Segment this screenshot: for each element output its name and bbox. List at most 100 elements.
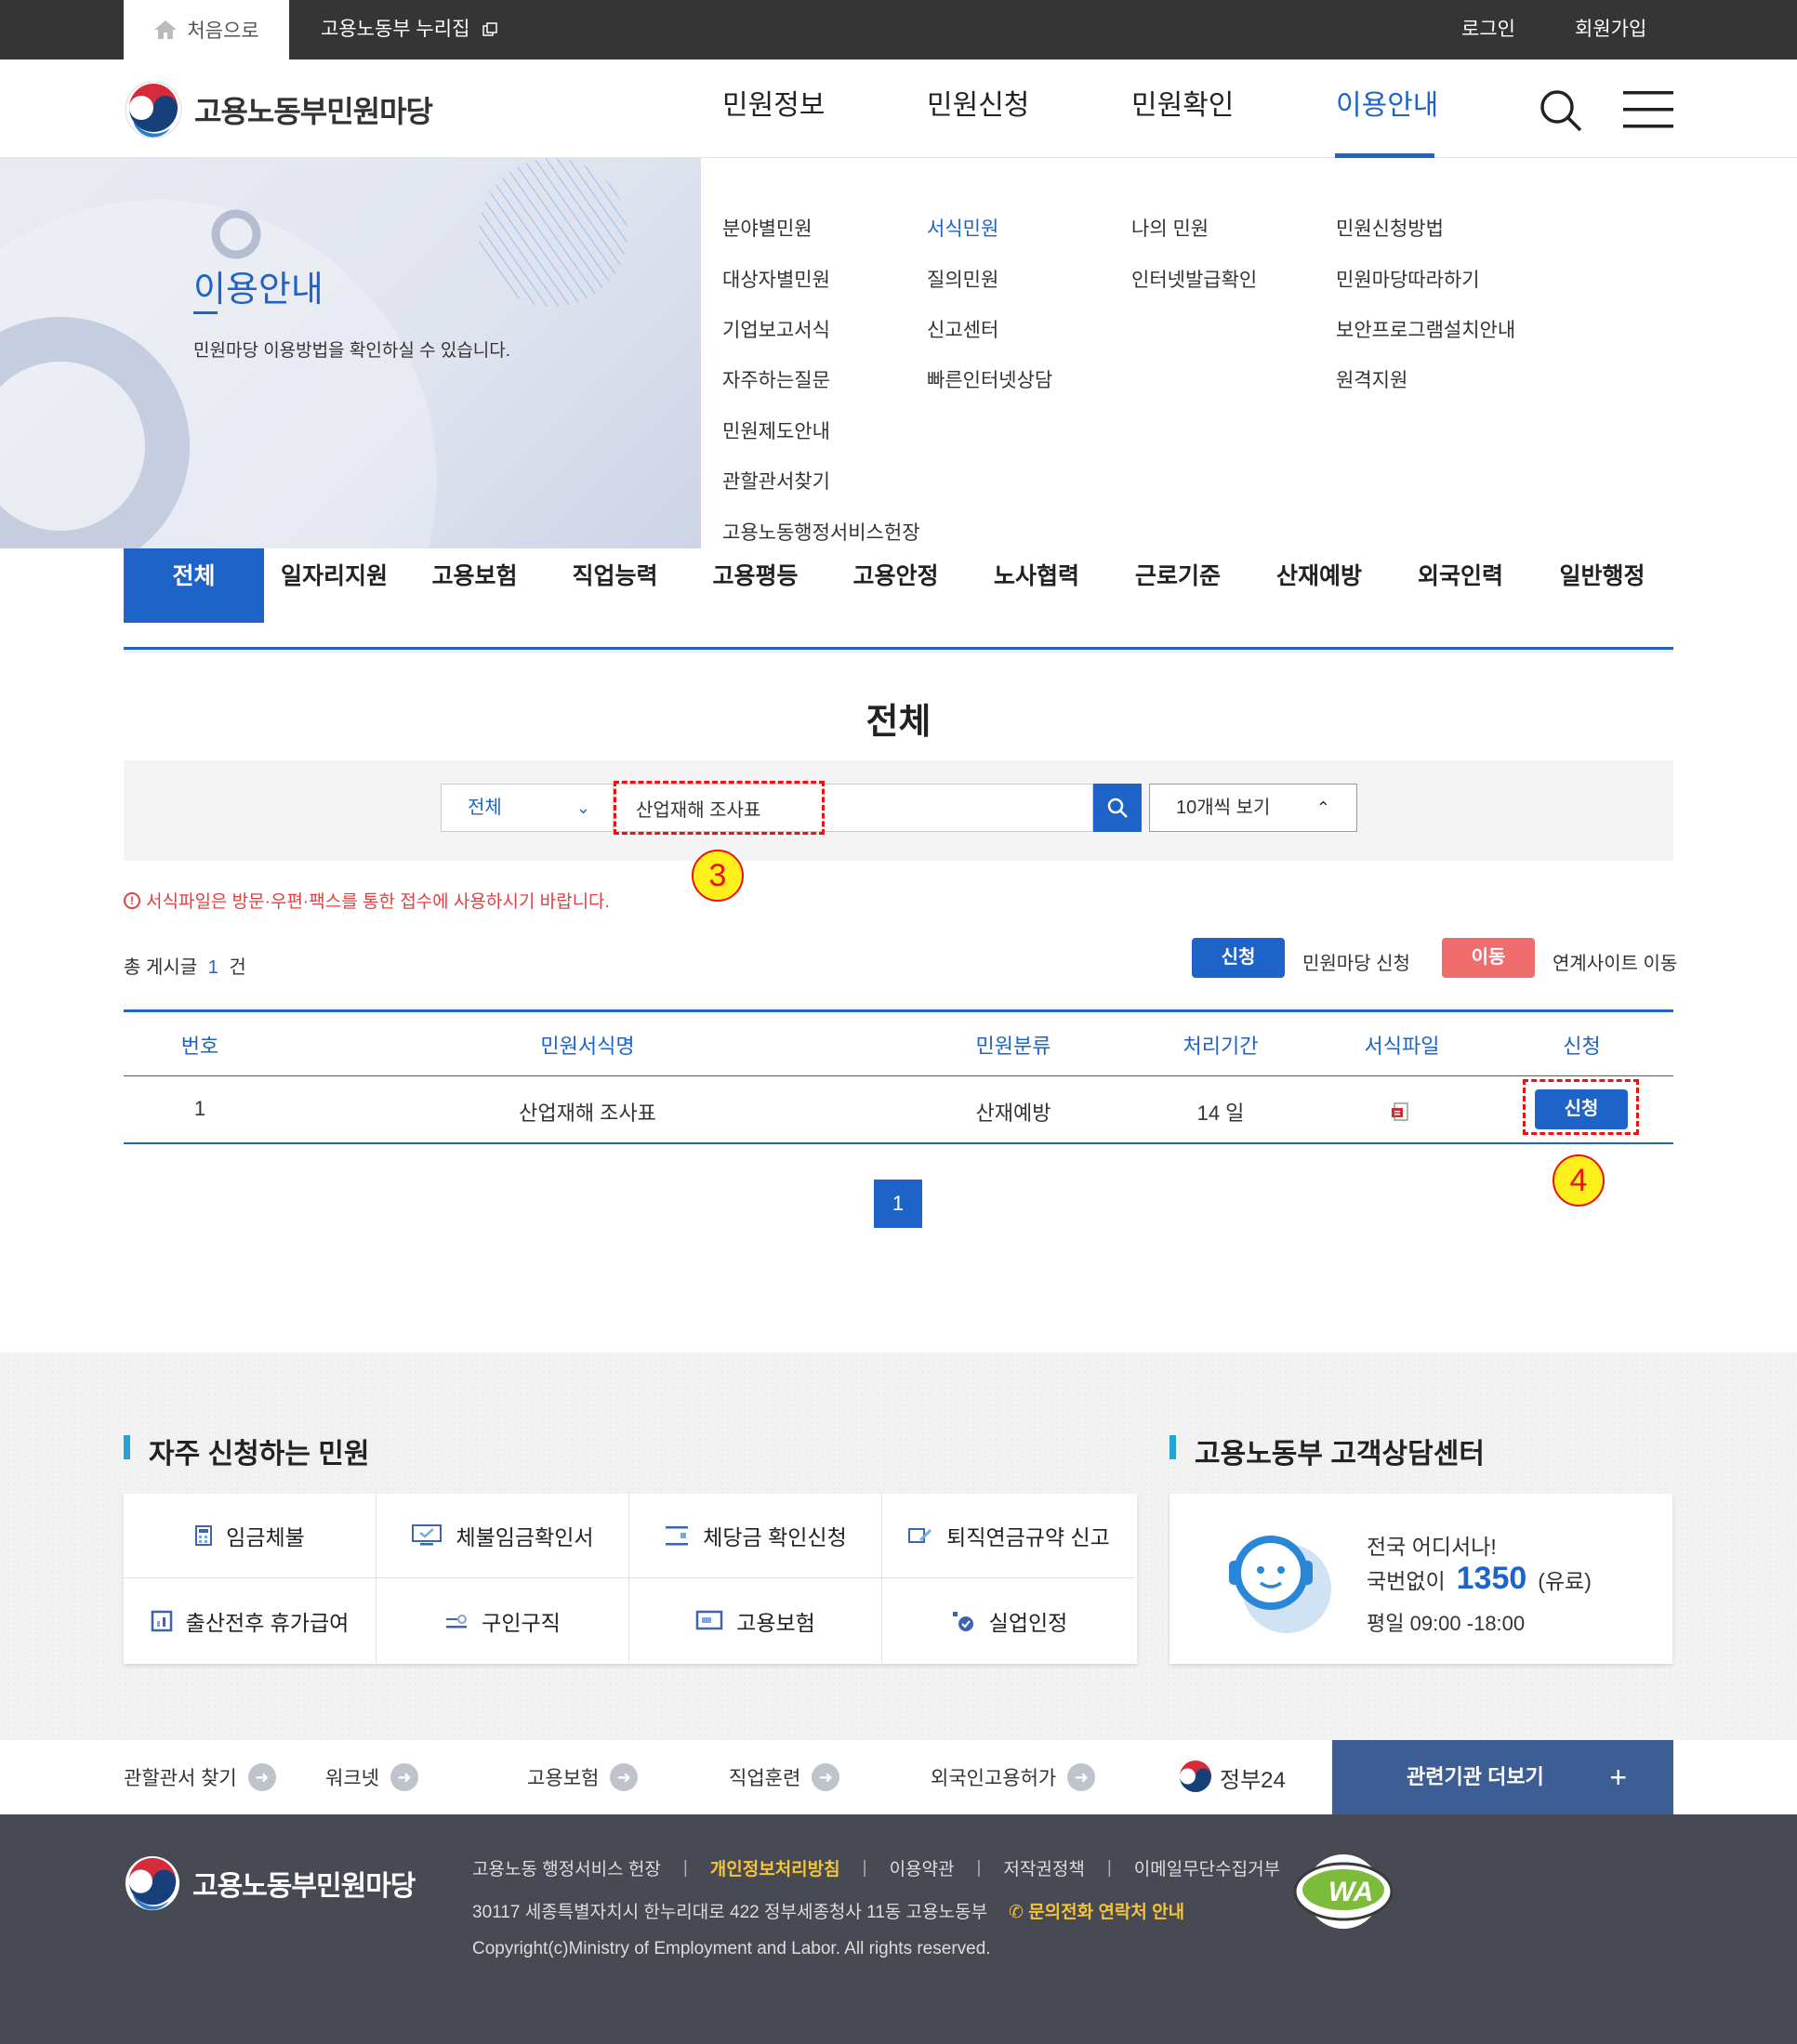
menu-item-target-civil[interactable]: 대상자별민원	[722, 265, 830, 293]
related-link-vocational-training[interactable]: 직업훈련 ➜	[729, 1740, 840, 1814]
tab-labor-standards[interactable]: 근로기준	[1107, 548, 1249, 623]
related-link-label: 관할관서 찾기	[124, 1768, 237, 1789]
tab-accident-prevention[interactable]: 산재예방	[1249, 548, 1390, 623]
footer-phone-label: 문의전화 연락처 안내	[1028, 1903, 1185, 1922]
related-link-employment-insurance[interactable]: 고용보험 ➜	[527, 1740, 639, 1814]
quick-item-job-seeking[interactable]: 구인구직	[377, 1578, 629, 1663]
quick-item-substitute-payment[interactable]: 체당금 확인신청	[629, 1494, 882, 1578]
more-related-label: 관련기관 더보기	[1407, 1765, 1544, 1788]
center-line2: 국번없이 1350 (유료)	[1367, 1561, 1592, 1597]
table-header-border	[124, 1075, 1673, 1076]
job-search-icon	[446, 1614, 468, 1628]
category-select[interactable]: 전체 ⌄	[441, 784, 614, 832]
total-label: 총 게시글	[124, 957, 198, 978]
menu-item-remote-support[interactable]: 원격지원	[1336, 365, 1407, 393]
menu-item-field-civil[interactable]: 분야별민원	[722, 214, 813, 242]
quick-item-maternity-benefit[interactable]: 출산전후 휴가급여	[124, 1578, 377, 1663]
menu-item-fast-consult[interactable]: 빠른인터넷상담	[927, 365, 1052, 393]
pagination-page-1[interactable]: 1	[874, 1180, 922, 1228]
gov24-logo-icon	[1180, 1760, 1211, 1792]
quick-item-pension-report[interactable]: 퇴직연금규약 신고	[882, 1494, 1135, 1578]
tab-all[interactable]: 전체	[124, 548, 264, 623]
footer-link-charter[interactable]: 고용노동 행정서비스 헌장	[472, 1855, 661, 1880]
menu-item-issue-check[interactable]: 인터넷발급확인	[1131, 265, 1257, 293]
related-link-label: 외국인고용허가	[931, 1768, 1057, 1789]
menu-item-inquiry[interactable]: 질의민원	[927, 265, 998, 293]
tab-employment-insurance[interactable]: 고용보험	[404, 548, 545, 623]
quick-item-unemployment-certify[interactable]: 실업인정	[882, 1578, 1135, 1663]
quick-item-employment-insurance[interactable]: 고용보험	[629, 1578, 882, 1663]
related-link-label: 워크넷	[325, 1768, 379, 1789]
footer-link-privacy[interactable]: 개인정보처리방침	[710, 1855, 840, 1880]
category-tabs: 전체 일자리지원 고용보험 직업능력 고용평등 고용안정 노사협력 근로기준 산…	[124, 548, 1673, 623]
menu-item-corp-report[interactable]: 기업보고서식	[722, 315, 830, 343]
tab-labor-relations[interactable]: 노사협력	[966, 548, 1107, 623]
menu-item-service-charter[interactable]: 고용노동행정서비스헌장	[722, 518, 920, 546]
menu-item-find-office[interactable]: 관할관서찾기	[722, 467, 830, 495]
nav-civil-info[interactable]: 민원정보	[722, 59, 825, 158]
col-header-apply: 신청	[1563, 1035, 1601, 1058]
related-link-gov24[interactable]: 정부24	[1177, 1740, 1286, 1814]
login-link[interactable]: 로그인	[1461, 0, 1515, 59]
headset-agent-icon	[1229, 1536, 1331, 1633]
per-page-select[interactable]: 10개씩 보기 ⌃	[1149, 784, 1357, 832]
col-header-form-name: 민원서식명	[540, 1035, 635, 1058]
search-button[interactable]	[1093, 784, 1142, 832]
legend-apply-text: 민원마당 신청	[1302, 954, 1410, 974]
annotation-box-apply	[1523, 1079, 1639, 1135]
cell-category: 산재예방	[975, 1101, 1051, 1125]
menu-item-civil-system[interactable]: 민원제도안내	[722, 416, 830, 444]
search-icon	[1107, 798, 1128, 818]
footer-link-terms[interactable]: 이용약관	[890, 1855, 955, 1880]
tab-vocational[interactable]: 직업능력	[545, 548, 685, 623]
related-link-label: 고용보험	[527, 1768, 600, 1789]
footer-link-copyright[interactable]: 저작권정책	[1003, 1855, 1084, 1880]
search-icon[interactable]	[1538, 87, 1584, 134]
arrow-right-icon: ➜	[610, 1763, 639, 1791]
frequent-title: 자주 신청하는 민원	[149, 1439, 370, 1470]
tab-job-support[interactable]: 일자리지원	[264, 548, 404, 623]
card-icon	[695, 1610, 723, 1629]
menu-item-report-center[interactable]: 신고센터	[927, 315, 998, 343]
menu-item-apply-method[interactable]: 민원신청방법	[1336, 214, 1444, 242]
legend-apply-badge: 신청	[1192, 938, 1285, 978]
col-header-file: 서식파일	[1364, 1035, 1440, 1058]
annotation-box-search	[614, 781, 825, 835]
nav-civil-apply[interactable]: 민원신청	[927, 59, 1029, 158]
related-link-find-office[interactable]: 관할관서 찾기 ➜	[124, 1740, 276, 1814]
nav-usage-guide[interactable]: 이용안내	[1336, 59, 1438, 158]
nurizip-link[interactable]: 고용노동부 누리집	[321, 0, 497, 59]
phone-icon: ✆	[1009, 1903, 1024, 1922]
menu-item-tutorial[interactable]: 민원마당따라하기	[1336, 265, 1480, 293]
per-page-value: 10개씩 보기	[1176, 798, 1271, 818]
nav-civil-check[interactable]: 민원확인	[1131, 59, 1234, 158]
site-logo[interactable]: 고용노동부민원마당	[124, 80, 433, 139]
menu-item-faq[interactable]: 자주하는질문	[722, 365, 830, 393]
quick-item-arrears-certificate[interactable]: 체불임금확인서	[377, 1494, 629, 1578]
menu-icon[interactable]	[1623, 89, 1673, 130]
related-link-foreign-employment[interactable]: 외국인고용허가 ➜	[931, 1740, 1096, 1814]
menu-item-my-civil[interactable]: 나의 민원	[1131, 214, 1209, 242]
quick-item-wage-arrears[interactable]: 임금체불	[124, 1494, 377, 1578]
tab-general-admin[interactable]: 일반행정	[1531, 548, 1673, 623]
page-title: 전체	[865, 703, 932, 742]
cell-form-name[interactable]: 산업재해 조사표	[276, 1097, 899, 1127]
home-link[interactable]: 처음으로	[124, 0, 289, 59]
gov24-label: 정부24	[1220, 1767, 1286, 1793]
menu-item-security-install[interactable]: 보안프로그램설치안내	[1336, 315, 1515, 343]
file-download-icon[interactable]	[1390, 1101, 1410, 1122]
related-link-worknet[interactable]: 워크넷 ➜	[325, 1740, 418, 1814]
nurizip-label: 고용노동부 누리집	[321, 19, 470, 40]
signup-link[interactable]: 회원가입	[1575, 0, 1646, 59]
menu-item-form-civil[interactable]: 서식민원	[927, 214, 998, 242]
footer-links: 고용노동 행정서비스 헌장 | 개인정보처리방침 | 이용약관 | 저작권정책 | 이메…	[472, 1855, 1280, 1880]
tab-stability[interactable]: 고용안정	[826, 548, 966, 623]
more-related-button[interactable]: 관련기관 더보기 +	[1332, 1740, 1673, 1814]
home-icon	[154, 20, 178, 39]
tab-foreign-workforce[interactable]: 외국인력	[1390, 548, 1531, 623]
tab-equality[interactable]: 고용평등	[685, 548, 826, 623]
footer-link-no-email[interactable]: 이메일무단수집거부	[1134, 1855, 1280, 1880]
annotation-step-4: 4	[1553, 1154, 1605, 1207]
footer-phone-link[interactable]: ✆ 문의전화 연락처 안내	[1009, 1898, 1184, 1923]
table-bottom-border	[124, 1142, 1673, 1144]
